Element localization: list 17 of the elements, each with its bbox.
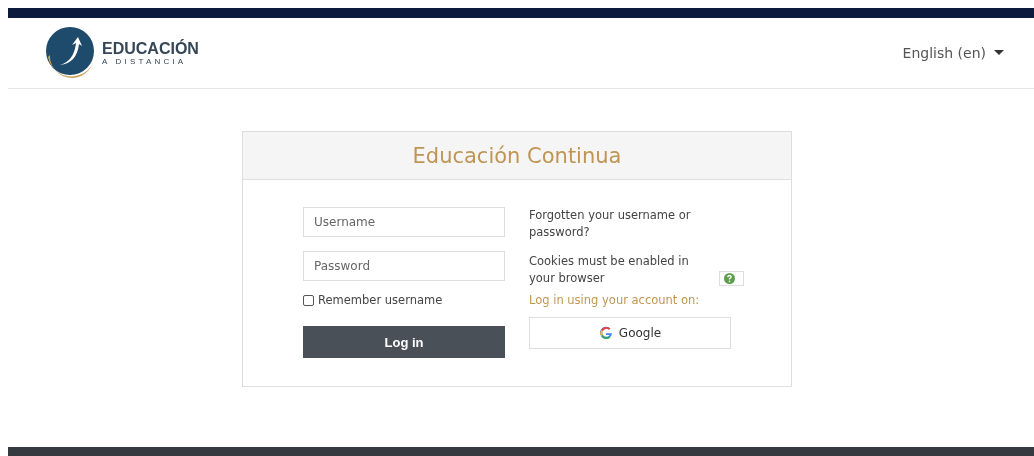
remember-label[interactable]: Remember username <box>318 293 443 307</box>
language-menu[interactable]: English (en) <box>902 45 1004 61</box>
remember-checkbox[interactable] <box>303 294 314 306</box>
google-login-button[interactable]: Google <box>529 317 731 349</box>
help-button[interactable] <box>719 271 744 286</box>
caret-icon <box>994 50 1004 56</box>
login-with-heading: Log in using your account on: <box>529 293 701 307</box>
cookies-note: Cookies must be enabled in your browser <box>529 253 690 287</box>
password-field[interactable]: Password <box>303 251 505 281</box>
g-icon <box>598 326 613 340</box>
logo-title: EDUCACIÓN <box>102 40 199 57</box>
login-button[interactable]: Log in <box>303 326 505 358</box>
card-title: Educación Continua <box>412 143 622 168</box>
help-icon <box>724 273 735 284</box>
forgot-password-link[interactable]: Forgotten your username or password? <box>529 207 731 241</box>
logo-subtitle: A DISTANCIA <box>102 56 188 66</box>
username-field[interactable]: Username <box>303 207 505 237</box>
